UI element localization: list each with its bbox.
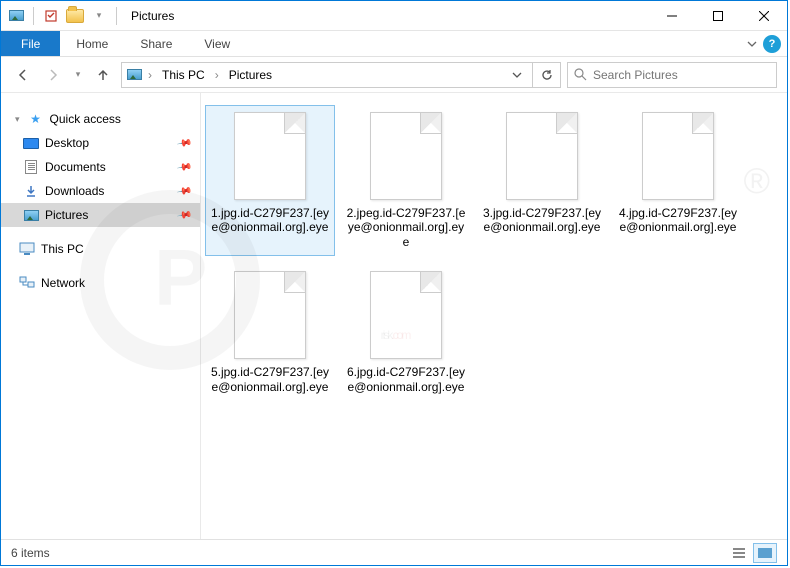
pin-icon: 📌: [176, 135, 193, 151]
this-pc-icon: [19, 241, 35, 257]
file-icon: [234, 112, 306, 200]
file-tab[interactable]: File: [1, 31, 60, 56]
sidebar-item-downloads[interactable]: Downloads 📌: [1, 179, 200, 203]
file-name: 6.jpg.id-C279F237.[eye@onionmail.org].ey…: [346, 365, 466, 394]
thumbnails-view-button[interactable]: [753, 543, 777, 563]
file-item[interactable]: 6.jpg.id-C279F237.[eye@onionmail.org].ey…: [341, 264, 471, 401]
pin-icon: 📌: [176, 207, 193, 223]
file-item[interactable]: 1.jpg.id-C279F237.[eye@onionmail.org].ey…: [205, 105, 335, 256]
address-bar[interactable]: › This PC › Pictures: [121, 62, 533, 88]
search-box[interactable]: [567, 62, 777, 88]
search-icon: [574, 68, 587, 81]
file-name: 4.jpg.id-C279F237.[eye@onionmail.org].ey…: [618, 206, 738, 235]
file-item[interactable]: 3.jpg.id-C279F237.[eye@onionmail.org].ey…: [477, 105, 607, 256]
star-icon: ★: [28, 111, 44, 127]
view-mode-buttons: [727, 543, 777, 563]
pictures-icon: [23, 207, 39, 223]
breadcrumb-separator-icon[interactable]: ›: [146, 68, 154, 82]
new-folder-icon[interactable]: [64, 5, 86, 27]
file-icon: [370, 271, 442, 359]
file-icon: [506, 112, 578, 200]
breadcrumb-this-pc[interactable]: This PC: [158, 68, 209, 82]
window-title: Pictures: [131, 9, 174, 23]
explorer-body: ★ Quick access Desktop 📌 Documents 📌 Dow…: [1, 93, 787, 539]
desktop-icon: [23, 135, 39, 151]
file-item[interactable]: 5.jpg.id-C279F237.[eye@onionmail.org].ey…: [205, 264, 335, 401]
tab-view[interactable]: View: [188, 31, 246, 56]
maximize-button[interactable]: [695, 1, 741, 31]
status-item-count: 6 items: [11, 546, 50, 560]
search-input[interactable]: [593, 68, 770, 82]
recent-locations-button[interactable]: ▾: [71, 63, 85, 87]
explorer-window: ▾ Pictures File Home Share View ?: [0, 0, 788, 566]
file-icon: [642, 112, 714, 200]
file-item[interactable]: 2.jpeg.id-C279F237.[eye@onionmail.org].e…: [341, 105, 471, 256]
network-icon: [19, 275, 35, 291]
tab-home[interactable]: Home: [60, 31, 124, 56]
help-icon[interactable]: ?: [763, 35, 781, 53]
address-dropdown-icon[interactable]: [506, 70, 528, 80]
breadcrumb-separator-icon[interactable]: ›: [213, 68, 221, 82]
details-view-button[interactable]: [727, 543, 751, 563]
back-button[interactable]: [11, 63, 35, 87]
sidebar-item-network[interactable]: Network: [1, 271, 200, 295]
sidebar-item-label: Downloads: [45, 184, 104, 198]
address-bar-row: ▾ › This PC › Pictures: [1, 57, 787, 93]
app-icon: [5, 5, 27, 27]
file-grid: 1.jpg.id-C279F237.[eye@onionmail.org].ey…: [205, 105, 783, 401]
qat-dropdown-icon[interactable]: ▾: [88, 5, 110, 27]
ribbon-expand-icon[interactable]: [747, 39, 757, 49]
sidebar-item-label: Desktop: [45, 136, 89, 150]
downloads-icon: [23, 183, 39, 199]
sidebar-item-label: Documents: [45, 160, 106, 174]
documents-icon: [23, 159, 39, 175]
breadcrumb-pictures[interactable]: Pictures: [225, 68, 276, 82]
titlebar: ▾ Pictures: [1, 1, 787, 31]
forward-button[interactable]: [41, 63, 65, 87]
close-button[interactable]: [741, 1, 787, 31]
details-view-icon: [733, 548, 745, 558]
file-name: 5.jpg.id-C279F237.[eye@onionmail.org].ey…: [210, 365, 330, 394]
sidebar-item-label: This PC: [41, 242, 84, 256]
sidebar-item-this-pc[interactable]: This PC: [1, 237, 200, 261]
properties-icon[interactable]: [40, 5, 62, 27]
ribbon: File Home Share View ?: [1, 31, 787, 57]
pin-icon: 📌: [176, 159, 193, 175]
separator: [33, 7, 34, 25]
sidebar-item-desktop[interactable]: Desktop 📌: [1, 131, 200, 155]
sidebar-quick-access[interactable]: ★ Quick access: [1, 107, 200, 131]
minimize-button[interactable]: [649, 1, 695, 31]
file-name: 2.jpeg.id-C279F237.[eye@onionmail.org].e…: [346, 206, 466, 249]
file-icon: [370, 112, 442, 200]
file-name: 1.jpg.id-C279F237.[eye@onionmail.org].ey…: [210, 206, 330, 235]
quick-access-toolbar: ▾ Pictures: [1, 5, 174, 27]
refresh-button[interactable]: [533, 62, 561, 88]
sidebar-item-documents[interactable]: Documents 📌: [1, 155, 200, 179]
sidebar-item-label: Pictures: [45, 208, 88, 222]
up-button[interactable]: [91, 63, 115, 87]
pictures-icon: [126, 67, 142, 83]
pin-icon: 📌: [176, 183, 193, 199]
navigation-pane: ★ Quick access Desktop 📌 Documents 📌 Dow…: [1, 93, 201, 539]
file-icon: [234, 271, 306, 359]
window-controls: [649, 1, 787, 31]
separator: [116, 7, 117, 25]
status-bar: 6 items: [1, 539, 787, 565]
file-item[interactable]: 4.jpg.id-C279F237.[eye@onionmail.org].ey…: [613, 105, 743, 256]
sidebar-item-label: Quick access: [50, 112, 121, 126]
sidebar-item-pictures[interactable]: Pictures 📌: [1, 203, 200, 227]
thumbnails-view-icon: [758, 548, 772, 558]
file-pane[interactable]: 1.jpg.id-C279F237.[eye@onionmail.org].ey…: [201, 93, 787, 539]
sidebar-item-label: Network: [41, 276, 85, 290]
tab-share[interactable]: Share: [124, 31, 188, 56]
file-name: 3.jpg.id-C279F237.[eye@onionmail.org].ey…: [482, 206, 602, 235]
